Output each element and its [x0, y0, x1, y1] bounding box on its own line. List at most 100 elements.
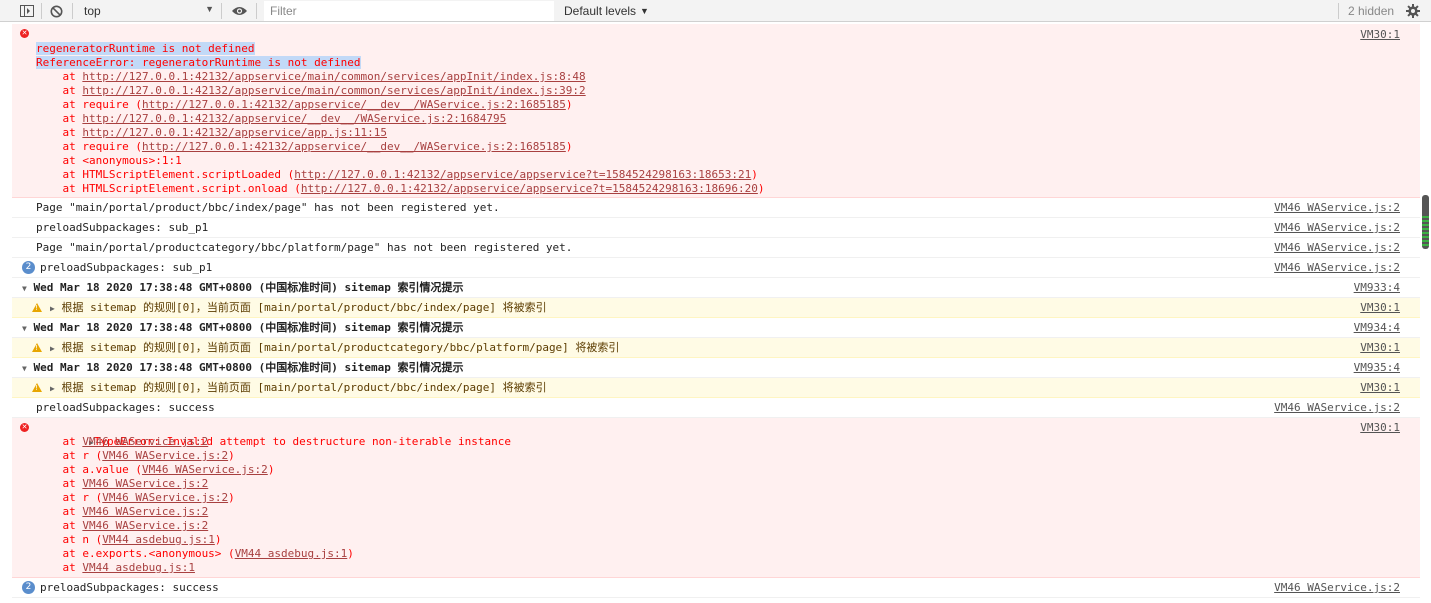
- console-toolbar: top ▼ Default levels ▼ 2 hidden: [0, 0, 1431, 22]
- stack-frame-text: at: [36, 561, 83, 574]
- repeat-count-badge: 2: [22, 261, 35, 274]
- stack-frame-link[interactable]: http://127.0.0.1:42132/appservice/__dev_…: [142, 140, 566, 153]
- stack-trace: at VM46 WAService.js:2 at r (VM46 WAServ…: [12, 435, 1420, 575]
- stack-frame-link[interactable]: http://127.0.0.1:42132/appservice/__dev_…: [82, 112, 506, 125]
- stack-frame-link[interactable]: http://127.0.0.1:42132/appservice/appser…: [294, 168, 751, 181]
- stack-frame-link[interactable]: VM46 WAService.js:2: [82, 477, 208, 490]
- warning-icon: !: [32, 383, 42, 392]
- stack-frame-link[interactable]: VM44 asdebug.js:1: [235, 547, 348, 560]
- collapse-triangle-icon[interactable]: ▼: [22, 364, 27, 373]
- warning-message[interactable]: ! ▶ 根据 sitemap 的规则[0]，当前页面 [main/portal/…: [12, 338, 1420, 358]
- group-header[interactable]: ▼ Wed Mar 18 2020 17:38:48 GMT+0800 (中国标…: [12, 278, 1420, 298]
- expand-triangle-icon[interactable]: ▶: [50, 384, 55, 393]
- context-selector[interactable]: top ▼: [78, 0, 218, 22]
- collapse-triangle-icon[interactable]: ▼: [22, 324, 27, 333]
- expand-triangle-icon[interactable]: ▶: [50, 344, 55, 353]
- stack-frame: at n (VM44 asdebug.js:1): [36, 533, 1420, 547]
- source-link[interactable]: VM46 WAService.js:2: [1274, 221, 1400, 234]
- stack-frame-link[interactable]: VM46 WAService.js:2: [102, 449, 228, 462]
- stack-frame-link[interactable]: VM46 WAService.js:2: [82, 435, 208, 448]
- stack-trace: at http://127.0.0.1:42132/appservice/mai…: [12, 70, 1420, 196]
- warning-message[interactable]: ! ▶ 根据 sitemap 的规则[0]，当前页面 [main/portal/…: [12, 298, 1420, 318]
- source-link[interactable]: VM30:1: [1360, 381, 1400, 394]
- console-messages: ✕ ▶thirdScriptError regeneratorRuntime i…: [12, 24, 1420, 603]
- stack-frame-text: at: [36, 126, 83, 139]
- stack-frame-link[interactable]: http://127.0.0.1:42132/appservice/app.js…: [82, 126, 387, 139]
- source-link[interactable]: VM46 WAService.js:2: [1274, 241, 1400, 254]
- error-text: regeneratorRuntime is not defined: [36, 42, 255, 55]
- stack-frame-text: at HTMLScriptElement.scriptLoaded (: [36, 168, 295, 181]
- clear-console-button[interactable]: [50, 0, 63, 22]
- log-message: preloadSubpackages: success VM46 WAServi…: [12, 398, 1420, 418]
- toolbar-divider: [41, 3, 42, 19]
- stack-frame-link[interactable]: VM46 WAService.js:2: [82, 505, 208, 518]
- stack-frame: at http://127.0.0.1:42132/appservice/mai…: [36, 70, 1420, 84]
- warning-message[interactable]: ! ▶ 根据 sitemap 的规则[0]，当前页面 [main/portal/…: [12, 378, 1420, 398]
- source-link[interactable]: VM30:1: [1360, 421, 1400, 434]
- log-levels-label: Default levels: [564, 4, 637, 18]
- stack-frame: at VM46 WAService.js:2: [36, 519, 1420, 533]
- stack-frame-text: at r (: [36, 491, 103, 504]
- collapse-triangle-icon[interactable]: ▼: [22, 284, 27, 293]
- stack-frame: at http://127.0.0.1:42132/appservice/mai…: [36, 84, 1420, 98]
- context-selector-value: top: [84, 4, 101, 18]
- stack-frame: at require (http://127.0.0.1:42132/appse…: [36, 140, 1420, 154]
- source-link[interactable]: VM934:4: [1354, 321, 1400, 334]
- log-text: Page "main/portal/product/bbc/index/page…: [36, 201, 500, 214]
- stack-frame: at VM46 WAService.js:2: [36, 477, 1420, 491]
- stack-frame-link[interactable]: http://127.0.0.1:42132/appservice/main/c…: [82, 70, 585, 83]
- stack-frame-text: at <anonymous>:1:1: [36, 154, 182, 167]
- stack-frame-link[interactable]: VM46 WAService.js:2: [82, 519, 208, 532]
- stack-frame: at http://127.0.0.1:42132/appservice/__d…: [36, 112, 1420, 126]
- group-title: Wed Mar 18 2020 17:38:48 GMT+0800 (中国标准时…: [33, 281, 464, 294]
- source-link[interactable]: VM935:4: [1354, 361, 1400, 374]
- group-header[interactable]: ▼ Wed Mar 18 2020 17:38:48 GMT+0800 (中国标…: [12, 358, 1420, 378]
- log-message: preloadSubpackages: sub_p1 VM46 WAServic…: [12, 218, 1420, 238]
- stack-frame-link[interactable]: VM46 WAService.js:2: [142, 463, 268, 476]
- stack-frame-link[interactable]: http://127.0.0.1:42132/appservice/appser…: [301, 182, 758, 195]
- stack-frame-text: ): [228, 449, 235, 462]
- log-message: 2 preloadSubpackages: success VM46 WASer…: [12, 578, 1420, 598]
- repeat-count-badge: 2: [22, 581, 35, 594]
- error-icon: ✕: [20, 423, 29, 432]
- error-title-line: ▶thirdScriptError: [36, 28, 1420, 55]
- source-link[interactable]: VM30:1: [1360, 28, 1400, 41]
- source-link[interactable]: VM46 WAService.js:2: [1274, 201, 1400, 214]
- group-header[interactable]: ▼ Wed Mar 18 2020 17:38:48 GMT+0800 (中国标…: [12, 318, 1420, 338]
- expand-triangle-icon[interactable]: ▶: [50, 304, 55, 313]
- stack-frame: at VM46 WAService.js:2: [36, 505, 1420, 519]
- live-expression-button[interactable]: [231, 0, 248, 22]
- warning-line: ▶ 根据 sitemap 的规则[0]，当前页面 [main/portal/pr…: [50, 301, 1420, 315]
- console-scrollbar[interactable]: [1420, 24, 1431, 603]
- stack-frame-text: at: [36, 519, 83, 532]
- stack-frame-text: ): [751, 168, 758, 181]
- source-link[interactable]: VM46 WAService.js:2: [1274, 581, 1400, 594]
- source-link[interactable]: VM46 WAService.js:2: [1274, 261, 1400, 274]
- stack-frame-text: at: [36, 70, 83, 83]
- filter-input[interactable]: [264, 1, 554, 21]
- log-levels-dropdown[interactable]: Default levels ▼: [564, 0, 649, 22]
- error-title-line: ▶TypeError: Invalid attempt to destructu…: [36, 421, 1420, 448]
- stack-frame: at VM44 asdebug.js:1: [36, 561, 1420, 575]
- warning-icon: !: [32, 303, 42, 312]
- error-message[interactable]: ✕ ▶thirdScriptError regeneratorRuntime i…: [12, 24, 1420, 198]
- source-link[interactable]: VM933:4: [1354, 281, 1400, 294]
- stack-frame-link[interactable]: VM46 WAService.js:2: [102, 491, 228, 504]
- stack-frame-link[interactable]: VM44 asdebug.js:1: [82, 561, 195, 574]
- sidebar-toggle-icon: [20, 5, 34, 17]
- stack-frame-link[interactable]: http://127.0.0.1:42132/appservice/__dev_…: [142, 98, 566, 111]
- source-link[interactable]: VM30:1: [1360, 341, 1400, 354]
- error-message[interactable]: ✕ ▶TypeError: Invalid attempt to destruc…: [12, 418, 1420, 578]
- stack-frame-text: ): [228, 491, 235, 504]
- source-link[interactable]: VM30:1: [1360, 301, 1400, 314]
- console-settings-button[interactable]: [1406, 0, 1420, 22]
- stack-frame-text: at r (: [36, 449, 103, 462]
- log-message: Page "main/portal/productcategory/bbc/pl…: [12, 238, 1420, 258]
- sidebar-toggle-button[interactable]: [20, 0, 34, 22]
- stack-frame-text: at e.exports.<anonymous> (: [36, 547, 235, 560]
- stack-frame-link[interactable]: VM44 asdebug.js:1: [102, 533, 215, 546]
- source-link[interactable]: VM46 WAService.js:2: [1274, 401, 1400, 414]
- log-message: 2 preloadSubpackages: sub_p1 VM46 WAServ…: [12, 258, 1420, 278]
- log-text: preloadSubpackages: success: [40, 581, 219, 594]
- stack-frame-link[interactable]: http://127.0.0.1:42132/appservice/main/c…: [82, 84, 585, 97]
